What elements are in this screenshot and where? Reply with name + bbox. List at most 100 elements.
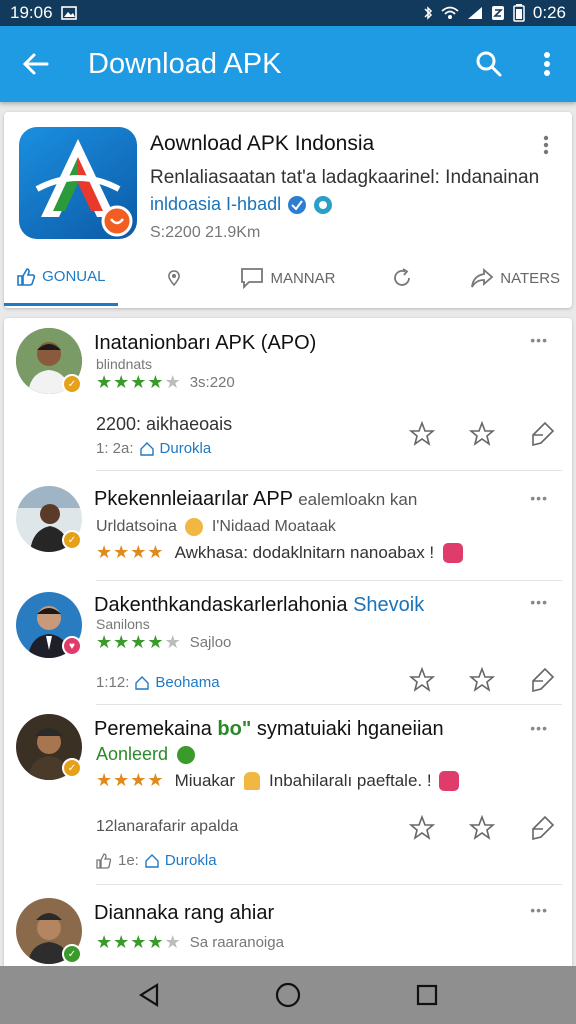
post-subtitle: blindnats [96,356,153,372]
tab-share-label: NATERS [500,269,561,287]
favorite-button[interactable] [408,814,436,842]
star-outline-icon [409,421,435,446]
app-meta: S:2200 21.9Km [150,224,261,241]
page-title: Download APK [88,47,282,80]
post-meta: 1: 2a: Durokla [96,440,211,457]
app-description: Renlaliasaatan tat'a ladagkaarinel: Inda… [150,167,540,188]
post-meta-left: 1:12: [96,674,130,691]
more-vert-icon [544,52,550,76]
post-more-button[interactable]: ••• [530,490,548,506]
tab-refresh[interactable] [345,250,459,306]
nav-home-icon [275,982,301,1008]
post-title-link[interactable]: Shevoik [353,594,424,616]
post-meta-link[interactable]: Beohama [155,674,219,691]
tab-bar: GONUAL MANNAR NATERS [4,250,572,306]
post-actions [408,420,556,448]
post-more-button[interactable]: ••• [530,594,548,610]
app-link[interactable]: inldoasia I-hbadl [150,194,333,215]
post-title-bold: bo" [217,718,252,740]
user-badge-icon: ✓ [62,944,82,964]
post-title: Diannaka rang ahiar [94,902,275,924]
divider [96,470,562,471]
thumb-up-icon [17,267,36,286]
review-feed: ✓ Inatanionbarı APK (APO) blindnats ★ ★ ★ ★… [4,318,572,1018]
rating-stars: ★ ★ ★ ★ Awkhasa: dodaklnitarn nanoabax ! [96,542,464,563]
share-arrow-icon [471,268,494,288]
favorite-button[interactable] [408,666,436,694]
nav-back-icon [139,983,159,1007]
star-outline-icon [409,815,435,840]
rating-stars: ★ ★ ★ ★ Miuakar Inbahilaralı paeftale. ! [96,770,459,791]
tab-location[interactable] [118,250,232,306]
post-title-text: Pkekennleiaarılar APP [94,488,293,510]
post-more-button[interactable]: ••• [530,902,548,918]
tab-comments-label: MANNAR [270,269,336,287]
signal-icon [467,6,483,20]
list-item[interactable]: ✓ Peremekaina bo" symatuiaki hganeiian A… [4,708,572,888]
post-subtitle-2: I'Nidaad Moataak [211,518,336,536]
bluetooth-icon [423,5,433,21]
emoji-icon [185,518,204,536]
refresh-icon [393,268,410,286]
star-outline-icon [469,667,495,692]
back-arrow-icon [22,53,49,75]
list-item[interactable]: ✓ Inatanionbarı APK (APO) blindnats ★ ★ ★ ★… [4,318,572,471]
share-badge-icon [314,195,333,214]
post-body-2: Inbahilaralı paeftale. ! [269,770,432,790]
home-link-icon [145,853,159,868]
post-more-button[interactable]: ••• [530,720,548,736]
overflow-menu-button[interactable] [518,26,576,102]
rating-text: Sajloo [189,634,232,651]
post-title-rest: symatuiaki hganeiian [256,718,444,740]
wifi-icon [441,6,459,20]
home-link-icon [139,441,154,456]
rate-button[interactable] [468,420,496,448]
app-logo-icon [19,127,137,239]
comment-icon [241,268,264,289]
bookmark-button[interactable] [528,814,556,842]
post-more-button[interactable]: ••• [530,332,548,348]
post-meta-top: 12lanarafarir apalda [96,818,239,835]
thumb-up-icon [96,852,112,869]
bell-emoji-icon [244,771,261,790]
app-more-button[interactable] [536,134,556,156]
gift-emoji-icon [438,770,459,791]
list-item[interactable]: ♥ Dakenthkandaskarlerlahonia Shevoik San… [4,580,572,705]
nav-recents-button[interactable] [407,975,447,1015]
post-meta-link[interactable]: Durokla [160,440,212,457]
rating-text: Sa raaranoiga [189,934,284,951]
post-sub-line: Aonleerd [96,744,196,765]
post-title: Inatanionbarı APK (APO) [94,332,317,354]
bookmark-button[interactable] [528,666,556,694]
post-title: Pkekennleiaarılar APP ealemloakn kan [94,488,417,511]
rate-button[interactable] [468,814,496,842]
tab-general[interactable]: GONUAL [4,250,118,306]
star-outline-icon [469,421,495,446]
post-title: Peremekaina bo" symatuiaki hganeiian [94,718,444,741]
post-sub-link[interactable]: Aonleerd [96,744,168,764]
search-icon [476,51,502,77]
battery-icon [513,4,525,22]
post-subtitle-line: Urldatsoina I'Nidaad Moataak [96,518,336,536]
flag-icon [532,667,555,693]
post-subtitle: Urldatsoina [96,518,177,536]
back-button[interactable] [0,26,70,102]
post-title-link[interactable]: ealemloakn kan [298,490,417,509]
nav-back-button[interactable] [129,975,169,1015]
post-title-text: Peremekaina [94,718,212,740]
gallery-notification-icon [60,6,77,20]
tab-share[interactable]: NATERS [458,250,572,306]
check-badge-icon [177,746,196,765]
post-meta-link[interactable]: Durokla [165,852,217,869]
rate-button[interactable] [468,666,496,694]
gift-emoji-icon [443,542,464,563]
status-clock-right: 0:26 [532,3,566,22]
nav-home-button[interactable] [268,975,308,1015]
rating-stars: ★ ★ ★ ★ ★ 3s:220 [96,372,235,392]
bookmark-button[interactable] [528,420,556,448]
list-item[interactable]: ✓ Pkekennleiaarılar APP ealemloakn kan U… [4,476,572,581]
search-button[interactable] [460,26,518,102]
favorite-button[interactable] [408,420,436,448]
tab-comments[interactable]: MANNAR [231,250,345,306]
app-name: Aownload APK Indonsia [150,132,375,155]
